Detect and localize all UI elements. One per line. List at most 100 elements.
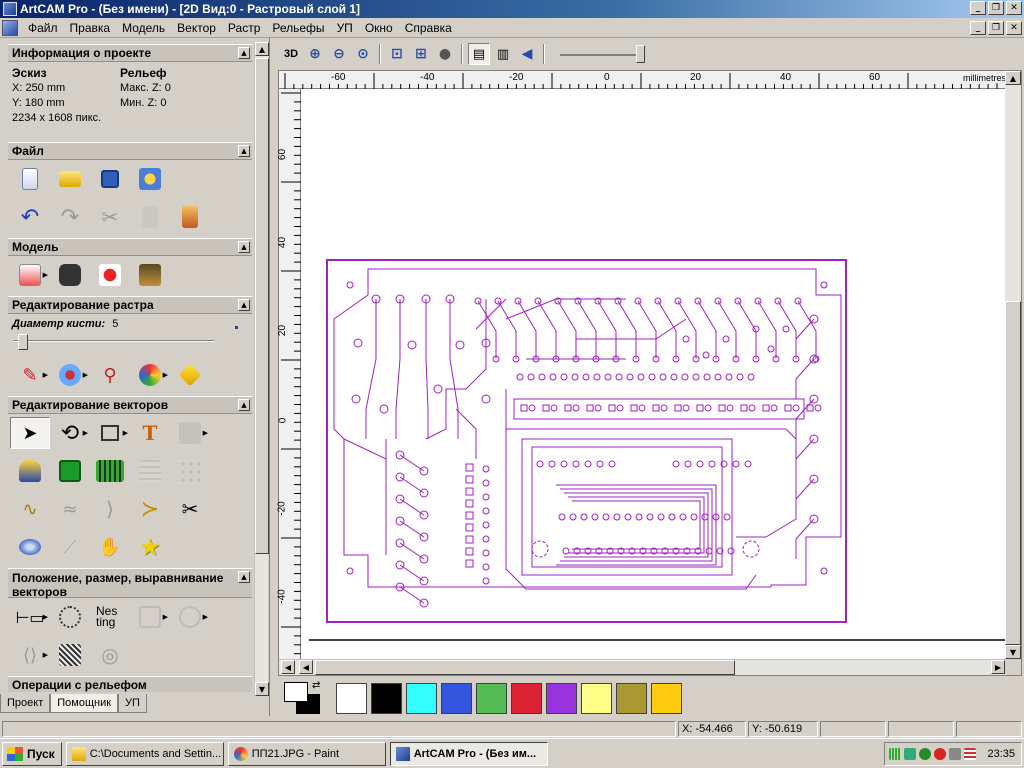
transform-tool-button[interactable]: ⟲ ▶ bbox=[50, 417, 90, 449]
model-setup-button[interactable]: ▶ bbox=[10, 259, 50, 291]
drawing-canvas[interactable] bbox=[301, 89, 1007, 659]
start-button[interactable]: Пуск bbox=[2, 741, 62, 766]
color-swatch[interactable] bbox=[511, 682, 542, 714]
color-swatch[interactable] bbox=[581, 682, 612, 714]
menu-raster[interactable]: Растр bbox=[222, 21, 266, 35]
collapse-icon[interactable]: ▲ bbox=[238, 241, 250, 253]
grid-align-button[interactable]: ▶ bbox=[130, 601, 170, 633]
mirror-button[interactable]: ⟨⟩ ▶ bbox=[10, 639, 50, 671]
text-along-curve-button[interactable]: ▶ bbox=[170, 417, 210, 449]
network-icon[interactable] bbox=[889, 748, 901, 760]
task-paint[interactable]: ПП21.JPG - Paint bbox=[227, 741, 386, 766]
color-swatch[interactable] bbox=[371, 682, 402, 714]
collapse-icon[interactable]: ▲ bbox=[238, 399, 250, 411]
save-file-button[interactable] bbox=[90, 163, 130, 195]
fillet-button[interactable]: ⟩ bbox=[90, 493, 130, 525]
antivirus-icon[interactable] bbox=[919, 748, 931, 760]
zoom-previous-button[interactable]: ⊙ bbox=[352, 43, 374, 65]
scroll-right-icon[interactable]: ▶ bbox=[991, 660, 1005, 674]
color-swatch[interactable] bbox=[406, 682, 437, 714]
scroll-down-icon[interactable]: ▼ bbox=[255, 682, 269, 696]
scroll-down-icon[interactable]: ▼ bbox=[1005, 645, 1021, 659]
cut-button[interactable]: ✂ bbox=[90, 201, 130, 233]
model-colors-button[interactable] bbox=[90, 259, 130, 291]
undo-button[interactable]: ↶ bbox=[10, 201, 50, 233]
trim-vector-button[interactable]: ≻ bbox=[130, 493, 170, 525]
section-raster-edit[interactable]: Редактирование растра ▲ bbox=[8, 296, 252, 314]
nesting-button[interactable]: Nes ting bbox=[90, 601, 130, 633]
doc-restore-button[interactable]: ❐ bbox=[988, 21, 1004, 35]
paste-button[interactable] bbox=[170, 201, 210, 233]
dropdown-arrow-icon[interactable]: ▶ bbox=[83, 429, 88, 437]
circle-array-button[interactable] bbox=[50, 601, 90, 633]
blend-slider[interactable] bbox=[560, 43, 650, 65]
close-button[interactable]: ✕ bbox=[1006, 1, 1022, 15]
scroll-left-icon-2[interactable]: ◀ bbox=[299, 660, 313, 674]
shape-merge-button[interactable]: ▶ bbox=[170, 601, 210, 633]
node-edit-button[interactable]: ∿ bbox=[10, 493, 50, 525]
section-position-size[interactable]: Положение, размер, выравнивание векторов… bbox=[8, 568, 252, 599]
task-explorer[interactable]: C:\Documents and Settin... bbox=[65, 741, 224, 766]
blend-slider-thumb[interactable] bbox=[636, 45, 645, 63]
show-bitmap-button[interactable]: ▥ bbox=[492, 43, 514, 65]
dropdown-arrow-icon[interactable]: ▶ bbox=[43, 613, 48, 621]
collapse-icon[interactable]: ▲ bbox=[238, 299, 250, 311]
menu-window[interactable]: Окно bbox=[359, 21, 399, 35]
2d-view[interactable]: -60 -40 -20 0 20 40 60 millimetres 60 40… bbox=[277, 70, 1022, 676]
view-vertical-scrollbar[interactable]: ▲ ▼ bbox=[1005, 71, 1021, 659]
copy-button[interactable] bbox=[130, 201, 170, 233]
dropdown-arrow-icon[interactable]: ▶ bbox=[43, 271, 48, 279]
paint-brush-button[interactable]: ✎ ▶ bbox=[10, 359, 50, 391]
dropdown-arrow-icon[interactable]: ▶ bbox=[43, 371, 48, 379]
menu-help[interactable]: Справка bbox=[399, 21, 458, 35]
hand-tool-button[interactable]: ✋ bbox=[90, 531, 130, 563]
scroll-up-icon[interactable]: ▲ bbox=[255, 42, 269, 56]
select-tool-button[interactable]: ➤ bbox=[10, 417, 50, 449]
view-vscroll-thumb[interactable] bbox=[1005, 301, 1021, 645]
color-swatch[interactable] bbox=[476, 682, 507, 714]
collapse-icon[interactable]: ▲ bbox=[238, 47, 250, 59]
spline-button[interactable]: ⟋ bbox=[50, 531, 90, 563]
flood-fill-button[interactable]: ▶ bbox=[50, 359, 90, 391]
zoom-selection-button[interactable]: ⊞ bbox=[410, 43, 432, 65]
back-button[interactable]: ◀ bbox=[516, 43, 538, 65]
artcam-app-icon[interactable] bbox=[3, 2, 17, 16]
open-file-button[interactable] bbox=[50, 163, 90, 195]
section-file[interactable]: Файл ▲ bbox=[8, 142, 252, 160]
scroll-left-icon[interactable]: ◀ bbox=[281, 660, 295, 674]
minimize-button[interactable]: _ bbox=[970, 1, 986, 15]
collapse-icon[interactable]: ▲ bbox=[238, 571, 250, 583]
color-swatch[interactable] bbox=[616, 682, 647, 714]
monitor-icon[interactable] bbox=[904, 748, 916, 760]
color-picker-button[interactable]: ⚲ bbox=[90, 359, 130, 391]
dropdown-arrow-icon[interactable]: ▶ bbox=[83, 371, 88, 379]
redo-button[interactable]: ↷ bbox=[50, 201, 90, 233]
collapse-icon[interactable]: ▲ bbox=[238, 145, 250, 157]
tab-assistant[interactable]: Помощник bbox=[50, 694, 119, 713]
menu-vector[interactable]: Вектор bbox=[171, 21, 222, 35]
menu-edit[interactable]: Правка bbox=[64, 21, 117, 35]
menu-file[interactable]: Файл bbox=[22, 21, 64, 35]
doc-minimize-button[interactable]: _ bbox=[970, 21, 986, 35]
dropdown-arrow-icon[interactable]: ▶ bbox=[43, 651, 48, 659]
tab-toolpaths[interactable]: УП bbox=[118, 694, 147, 713]
color-swatch[interactable] bbox=[546, 682, 577, 714]
offset-vector-button[interactable] bbox=[50, 455, 90, 487]
tab-project[interactable]: Проект bbox=[0, 694, 51, 713]
smooth-vector-button[interactable]: ≈ bbox=[50, 493, 90, 525]
menu-model[interactable]: Модель bbox=[116, 21, 171, 35]
text-tool-button[interactable]: T bbox=[130, 417, 170, 449]
section-project-info[interactable]: Информация о проекте ▲ bbox=[8, 44, 252, 62]
zoom-in-button[interactable]: ⊕ bbox=[304, 43, 326, 65]
model-image-button[interactable] bbox=[130, 259, 170, 291]
raster-to-vector-button[interactable] bbox=[170, 359, 210, 391]
menu-toolpaths[interactable]: УП bbox=[331, 21, 359, 35]
document-icon[interactable] bbox=[2, 19, 18, 36]
align-button[interactable]: ⊢▭ ▶ bbox=[10, 601, 50, 633]
model-size-button[interactable] bbox=[50, 259, 90, 291]
color-swatch[interactable] bbox=[651, 682, 682, 714]
maximize-button[interactable]: ❐ bbox=[988, 1, 1004, 15]
task-artcam[interactable]: ArtCAM Pro - (Без им... bbox=[389, 741, 548, 766]
menu-reliefs[interactable]: Рельефы bbox=[266, 21, 330, 35]
color-swatch[interactable] bbox=[336, 682, 367, 714]
